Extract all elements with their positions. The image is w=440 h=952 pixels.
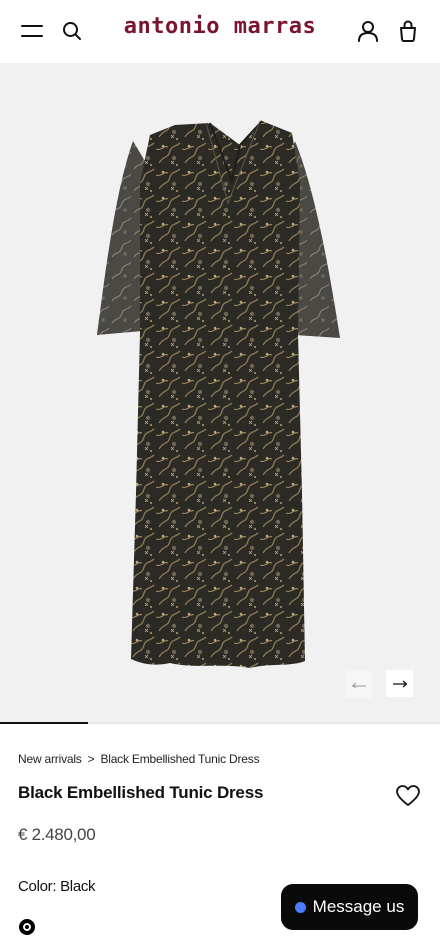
breadcrumb-current: Black Embellished Tunic Dress xyxy=(100,752,260,766)
product-gallery[interactable] xyxy=(0,63,440,723)
product-title: Black Embellished Tunic Dress xyxy=(18,783,264,802)
breadcrumb-separator: > xyxy=(87,752,95,766)
prev-image-button[interactable] xyxy=(345,671,372,698)
product-price: € 2.480,00 xyxy=(18,825,96,844)
breadcrumb: New arrivals > Black Embellished Tunic D… xyxy=(18,752,260,766)
color-swatch-black[interactable] xyxy=(19,919,35,935)
breadcrumb-link-new-arrivals[interactable]: New arrivals xyxy=(18,752,82,766)
gallery-progress-fill xyxy=(0,722,88,724)
gallery-progress xyxy=(0,722,440,724)
product-image xyxy=(97,120,340,668)
heart-icon xyxy=(396,785,420,806)
wishlist-button[interactable] xyxy=(395,784,421,808)
next-image-button[interactable] xyxy=(386,670,413,697)
arrow-left-icon xyxy=(351,682,366,688)
site-header: antonio marras xyxy=(0,0,440,63)
arrow-right-icon xyxy=(392,680,407,687)
color-label: Color: Black xyxy=(18,878,96,895)
bag-icon[interactable] xyxy=(393,16,423,46)
message-us-label: Message us xyxy=(312,897,405,916)
message-us-button[interactable]: Message us xyxy=(281,884,418,930)
status-dot-icon xyxy=(294,901,306,913)
account-icon[interactable] xyxy=(353,16,383,46)
